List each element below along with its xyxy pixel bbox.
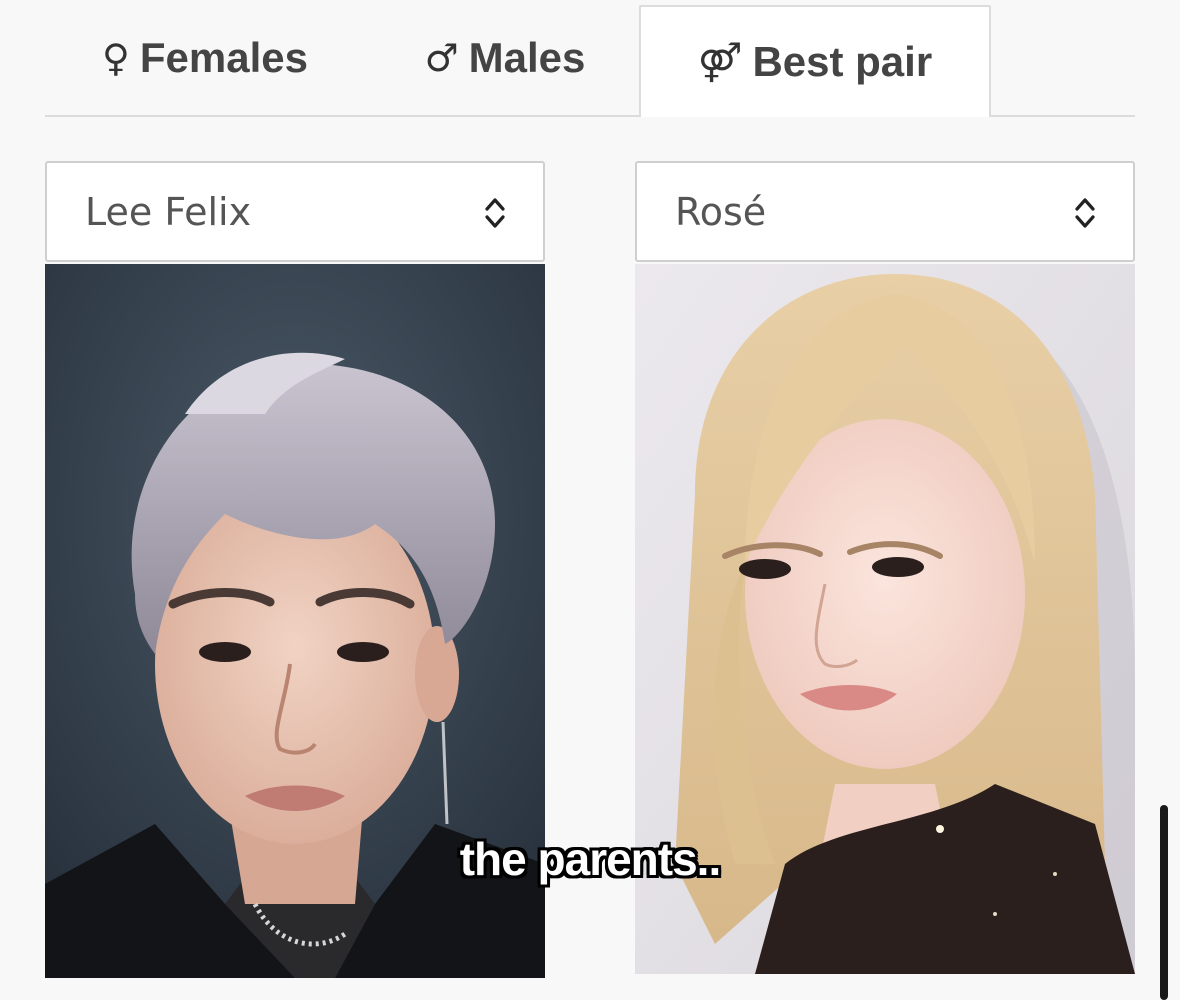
best-pair-page: ♀ Females ♂ Males ⚤ Best pair Lee Felix … — [0, 0, 1180, 1000]
tab-females[interactable]: ♀ Females — [85, 0, 325, 115]
female-symbol-icon: ♀ — [102, 35, 130, 80]
video-subtitle: the parents.. — [459, 833, 722, 885]
left-person-select-value: Lee Felix — [85, 189, 252, 234]
chevron-up-down-icon — [1075, 198, 1095, 228]
chevron-up-down-icon — [485, 198, 505, 228]
right-person-select-value: Rosé — [675, 189, 767, 234]
male-symbol-icon: ♂ — [424, 35, 459, 80]
tab-best-pair-label: Best pair — [752, 38, 933, 85]
tab-females-label: Females — [139, 33, 308, 81]
scrollbar[interactable] — [1160, 805, 1168, 1000]
tab-bar: ♀ Females ♂ Males ⚤ Best pair — [45, 0, 1135, 117]
right-person-select[interactable]: Rosé — [635, 161, 1135, 262]
couple-symbol-icon: ⚤ — [697, 40, 743, 84]
tab-best-pair[interactable]: ⚤ Best pair — [639, 5, 991, 117]
tab-males[interactable]: ♂ Males — [405, 0, 605, 115]
left-person-select[interactable]: Lee Felix — [45, 161, 545, 262]
tab-males-label: Males — [468, 33, 586, 81]
